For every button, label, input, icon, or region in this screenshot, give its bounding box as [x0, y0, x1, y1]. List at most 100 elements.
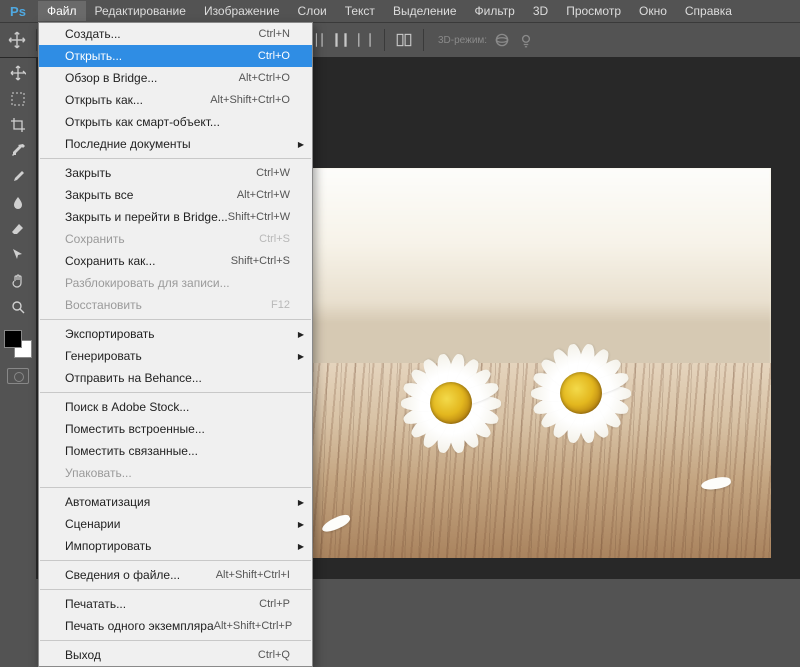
- menu-item-label: Автоматизация: [65, 495, 150, 509]
- menu-item-label: Открыть как смарт-объект...: [65, 115, 220, 129]
- menu-файл[interactable]: Файл: [38, 1, 86, 21]
- menu-separator: [40, 487, 311, 488]
- menu-separator: [40, 392, 311, 393]
- menu-item-label: Открыть как...: [65, 93, 143, 107]
- brush-tool-icon[interactable]: [6, 166, 30, 188]
- menu-просмотр[interactable]: Просмотр: [557, 1, 630, 21]
- menu-item-shortcut: Ctrl+W: [256, 167, 290, 179]
- menu-item-label: Сохранить как...: [65, 254, 155, 268]
- menu-item[interactable]: Сценарии: [39, 513, 312, 535]
- menu-item[interactable]: Сохранить как... Shift+Ctrl+S: [39, 250, 312, 272]
- menu-item-label: Печать одного экземпляра: [65, 619, 214, 633]
- menu-item[interactable]: Поместить встроенные...: [39, 418, 312, 440]
- quickmask-icon[interactable]: [7, 368, 29, 384]
- menu-item[interactable]: Открыть как смарт-объект...: [39, 111, 312, 133]
- menu-item: Упаковать...: [39, 462, 312, 484]
- move-tool-icon[interactable]: [8, 31, 26, 49]
- menu-item[interactable]: Закрыть Ctrl+W: [39, 162, 312, 184]
- menu-item-shortcut: Ctrl+Q: [258, 649, 290, 661]
- menu-item-label: Сведения о файле...: [65, 568, 180, 582]
- 3d-light-icon[interactable]: [517, 31, 535, 49]
- eyedropper-tool-icon[interactable]: [6, 140, 30, 162]
- foreground-color-swatch[interactable]: [4, 330, 22, 348]
- menu-item: Восстановить F12: [39, 294, 312, 316]
- menu-item[interactable]: Выход Ctrl+Q: [39, 644, 312, 666]
- menu-item-label: Разблокировать для записи...: [65, 276, 230, 290]
- move-tool-icon[interactable]: [6, 62, 30, 84]
- menu-item-label: Выход: [65, 648, 101, 662]
- blur-tool-icon[interactable]: [6, 192, 30, 214]
- menu-separator: [40, 589, 311, 590]
- hand-tool-icon[interactable]: [6, 270, 30, 292]
- crop-tool-icon[interactable]: [6, 114, 30, 136]
- menu-справка[interactable]: Справка: [676, 1, 741, 21]
- menu-item-label: Закрыть все: [65, 188, 133, 202]
- menu-item-shortcut: Alt+Shift+Ctrl+P: [214, 620, 293, 632]
- separator: [384, 29, 385, 51]
- menubar: Ps ФайлРедактированиеИзображениеСлоиТекс…: [0, 0, 800, 22]
- menu-item-label: Сохранить: [65, 232, 125, 246]
- menu-item-shortcut: Ctrl+N: [259, 28, 290, 40]
- menu-item[interactable]: Поиск в Adobe Stock...: [39, 396, 312, 418]
- app-logo: Ps: [6, 2, 30, 20]
- menu-item-shortcut: Shift+Ctrl+W: [228, 211, 290, 223]
- menu-item[interactable]: Печать одного экземпляраAlt+Shift+Ctrl+P: [39, 615, 312, 637]
- auto-align-icon[interactable]: [395, 31, 413, 49]
- menu-item-label: Открыть...: [65, 49, 122, 63]
- menu-item-shortcut: Alt+Shift+Ctrl+I: [216, 569, 290, 581]
- menu-item-label: Поместить связанные...: [65, 444, 198, 458]
- menu-item[interactable]: Закрыть все Alt+Ctrl+W: [39, 184, 312, 206]
- menu-separator: [40, 640, 311, 641]
- menu-item[interactable]: Генерировать: [39, 345, 312, 367]
- eraser-tool-icon[interactable]: [6, 218, 30, 240]
- menu-item: СохранитьCtrl+S: [39, 228, 312, 250]
- menu-item-label: Импортировать: [65, 539, 151, 553]
- menu-item[interactable]: Сведения о файле... Alt+Shift+Ctrl+I: [39, 564, 312, 586]
- color-swatches[interactable]: [4, 330, 32, 358]
- zoom-tool-icon[interactable]: [6, 296, 30, 318]
- menu-item[interactable]: Печатать... Ctrl+P: [39, 593, 312, 615]
- menu-окно[interactable]: Окно: [630, 1, 676, 21]
- menu-item-label: Закрыть: [65, 166, 111, 180]
- menu-item[interactable]: Обзор в Bridge...Alt+Ctrl+O: [39, 67, 312, 89]
- menu-item[interactable]: Открыть как... Alt+Shift+Ctrl+O: [39, 89, 312, 111]
- menu-separator: [40, 158, 311, 159]
- distribute-hcenter-icon[interactable]: [332, 31, 350, 49]
- 3d-orbit-icon[interactable]: [493, 31, 511, 49]
- menu-item-label: Последние документы: [65, 137, 191, 151]
- menu-item-shortcut: Alt+Shift+Ctrl+O: [210, 94, 290, 106]
- menu-слои[interactable]: Слои: [289, 1, 336, 21]
- file-menu-dropdown: Создать... Ctrl+N Открыть...Ctrl+OОбзор в …: [38, 22, 313, 667]
- menu-item-label: Генерировать: [65, 349, 142, 363]
- menu-item[interactable]: Закрыть и перейти в Bridge...Shift+Ctrl+…: [39, 206, 312, 228]
- menu-item-label: Сценарии: [65, 517, 120, 531]
- menu-3d[interactable]: 3D: [524, 1, 557, 21]
- menu-item[interactable]: Отправить на Behance...: [39, 367, 312, 389]
- menu-item-shortcut: Shift+Ctrl+S: [231, 255, 290, 267]
- distribute-right-icon[interactable]: [356, 31, 374, 49]
- menu-выделение[interactable]: Выделение: [384, 1, 466, 21]
- menu-фильтр[interactable]: Фильтр: [466, 1, 524, 21]
- menu-item-label: Восстановить: [65, 298, 142, 312]
- menu-item-label: Печатать...: [65, 597, 126, 611]
- menu-separator: [40, 560, 311, 561]
- menu-текст[interactable]: Текст: [336, 1, 384, 21]
- menu-item[interactable]: Последние документы: [39, 133, 312, 155]
- menu-item-label: Создать...: [65, 27, 121, 41]
- menu-item: Разблокировать для записи...: [39, 272, 312, 294]
- menu-item[interactable]: Экспортировать: [39, 323, 312, 345]
- menu-item-label: Закрыть и перейти в Bridge...: [65, 210, 228, 224]
- menu-редактирование[interactable]: Редактирование: [86, 1, 195, 21]
- path-tool-icon[interactable]: [6, 244, 30, 266]
- menu-item[interactable]: Импортировать: [39, 535, 312, 557]
- menu-item[interactable]: Автоматизация: [39, 491, 312, 513]
- marquee-tool-icon[interactable]: [6, 88, 30, 110]
- menu-item[interactable]: Поместить связанные...: [39, 440, 312, 462]
- menu-item-shortcut: Alt+Ctrl+W: [237, 189, 290, 201]
- separator: [36, 29, 37, 51]
- menu-item-shortcut: Ctrl+P: [259, 598, 290, 610]
- menu-item-shortcut: F12: [271, 299, 290, 311]
- menu-item[interactable]: Создать... Ctrl+N: [39, 23, 312, 45]
- menu-item[interactable]: Открыть...Ctrl+O: [39, 45, 312, 67]
- menu-изображение[interactable]: Изображение: [195, 1, 289, 21]
